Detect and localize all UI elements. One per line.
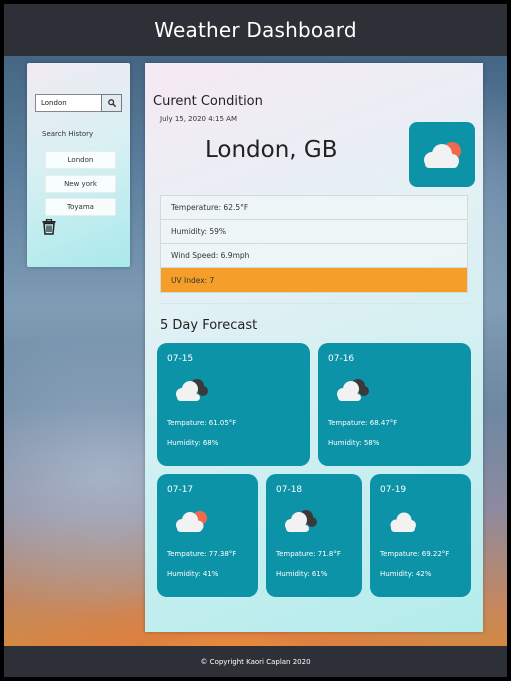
- search-history-title: Search History: [42, 130, 94, 138]
- cloud-dark-icon: [285, 510, 317, 532]
- city-name: London, GB: [205, 137, 338, 163]
- humidity-stat: Humidity: 59%: [161, 220, 467, 244]
- forecast-date: 07-19: [380, 485, 407, 495]
- cloud-sun-icon: [424, 141, 461, 168]
- current-stats: Temperature: 62.5°F Humidity: 59% Wind S…: [160, 195, 468, 293]
- forecast-humidity: Humidity: 42%: [380, 570, 432, 578]
- trash-icon[interactable]: [42, 219, 56, 235]
- uv-index-stat: UV Index: 7: [161, 268, 467, 292]
- copyright-text: © Copyright Kaori Caplan 2020: [200, 657, 311, 666]
- wind-speed-stat: Wind Speed: 6.9mph: [161, 244, 467, 268]
- app-header: Weather Dashboard: [4, 4, 507, 56]
- search-sidebar: Search History London New york Toyama: [27, 63, 130, 267]
- cloud-icon: [390, 512, 416, 532]
- search-icon: [107, 99, 116, 107]
- forecast-card: 07-15 Tempature: 61.05°F Humidity: 68%: [157, 343, 310, 466]
- forecast-humidity: Humidity: 68%: [167, 439, 219, 447]
- forecast-date: 07-18: [276, 485, 303, 495]
- forecast-temperature: Tempature: 68.47°F: [328, 419, 398, 427]
- temperature-stat: Temperature: 62.5°F: [161, 196, 467, 220]
- forecast-temperature: Tempature: 61.05°F: [167, 419, 237, 427]
- app-footer: © Copyright Kaori Caplan 2020: [4, 646, 507, 677]
- forecast-title: 5 Day Forecast: [160, 318, 258, 333]
- history-item-new-york[interactable]: New york: [45, 175, 116, 193]
- forecast-temperature: Tempature: 69.22°F: [380, 550, 450, 558]
- forecast-date: 07-17: [167, 485, 194, 495]
- search-button[interactable]: [101, 94, 122, 112]
- search-bar: [35, 94, 122, 112]
- search-input[interactable]: [35, 94, 101, 112]
- forecast-humidity: Humidity: 41%: [167, 570, 219, 578]
- forecast-temperature: Tempature: 77.38°F: [167, 550, 237, 558]
- page-frame: Weather Dashboard Search History London …: [4, 4, 507, 677]
- section-divider: [160, 303, 468, 304]
- current-condition-title: Curent Condition: [153, 94, 263, 109]
- cloud-dark-icon: [176, 379, 208, 401]
- forecast-date: 07-15: [167, 354, 194, 364]
- forecast-humidity: Humidity: 61%: [276, 570, 328, 578]
- forecast-card: 07-19 Tempature: 69.22°F Humidity: 42%: [370, 474, 471, 597]
- cloud-dark-icon: [337, 379, 369, 401]
- cloud-sun-icon: [176, 511, 207, 532]
- forecast-temperature: Tempature: 71.8°F: [276, 550, 341, 558]
- forecast-card: 07-18 Tempature: 71.8°F Humidity: 61%: [266, 474, 362, 597]
- forecast-date: 07-16: [328, 354, 355, 364]
- forecast-card: 07-17 Tempature: 77.38°F Humidity: 41%: [157, 474, 258, 597]
- forecast-humidity: Humidity: 58%: [328, 439, 380, 447]
- history-item-london[interactable]: London: [45, 151, 116, 169]
- history-item-toyama[interactable]: Toyama: [45, 198, 116, 216]
- page-title: Weather Dashboard: [154, 18, 357, 42]
- main-panel: Curent Condition July 15, 2020 4:15 AM L…: [145, 63, 483, 632]
- forecast-card: 07-16 Tempature: 68.47°F Humidity: 58%: [318, 343, 471, 466]
- current-weather-icon-box: [409, 122, 475, 187]
- current-date: July 15, 2020 4:15 AM: [160, 115, 237, 123]
